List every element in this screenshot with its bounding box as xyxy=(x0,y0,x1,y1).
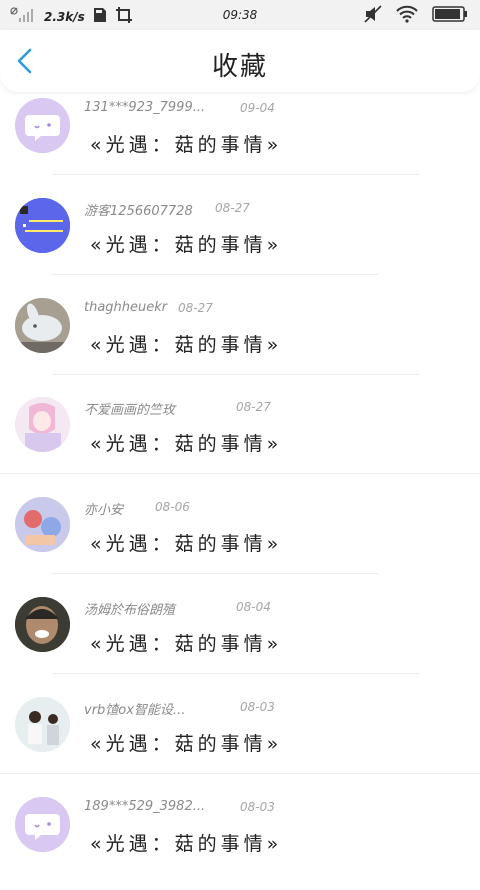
photo-avatar-icon xyxy=(15,696,70,752)
post-title[interactable]: «光遇：菇的事情» xyxy=(90,130,282,157)
divider xyxy=(52,573,378,575)
post-date: 08-27 xyxy=(215,200,250,215)
post-date: 08-27 xyxy=(236,400,271,415)
favorites-list[interactable]: 131***923_7999... 09-04 «光遇：菇的事情» 游客1256… xyxy=(0,92,480,890)
user-name: 亦小安 xyxy=(84,503,124,519)
favorite-item[interactable]: 189***529_3982... 08-03 «光遇：菇的事情» xyxy=(0,791,480,890)
wifi-icon xyxy=(396,5,418,26)
divider xyxy=(52,672,420,674)
avatar[interactable] xyxy=(15,796,70,852)
avatar[interactable] xyxy=(15,596,70,652)
man-avatar-icon xyxy=(15,596,70,652)
post-title[interactable]: «光遇：菇的事情» xyxy=(90,330,282,357)
status-bar: 2.3k/s 09:38 xyxy=(0,0,480,30)
favorite-item[interactable]: 游客1256607728 08-27 «光遇：菇的事情» xyxy=(0,192,480,292)
post-title[interactable]: «光遇：菇的事情» xyxy=(90,529,282,556)
mute-icon xyxy=(364,5,382,26)
favorite-item[interactable]: thaghheuekr 08-27 «光遇：菇的事情» xyxy=(0,292,480,392)
avatar[interactable] xyxy=(15,297,70,353)
user-name: vrb馇ox智能设... xyxy=(84,702,186,718)
avatar[interactable] xyxy=(15,397,70,453)
app-bar: 收藏 xyxy=(0,30,480,92)
divider xyxy=(52,174,420,175)
divider xyxy=(0,772,480,774)
status-right xyxy=(364,5,468,26)
default-avatar-icon xyxy=(15,98,70,153)
anime-pink-avatar-icon xyxy=(15,397,70,453)
post-date: 08-03 xyxy=(240,799,275,814)
post-date: 09-04 xyxy=(240,101,275,115)
user-name: 131***923_7999... xyxy=(84,100,206,115)
avatar[interactable] xyxy=(15,696,70,752)
page-title: 收藏 xyxy=(211,52,268,82)
divider xyxy=(52,373,420,375)
blue-text-avatar-icon xyxy=(15,197,70,253)
battery-icon xyxy=(432,6,468,25)
post-title[interactable]: «光遇：菇的事情» xyxy=(90,729,282,756)
favorite-item[interactable]: 亦小安 08-06 «光遇：菇的事情» xyxy=(0,491,480,591)
post-date: 08-04 xyxy=(236,599,271,614)
avatar[interactable] xyxy=(15,197,70,253)
user-name: 游客1256607728 xyxy=(84,203,193,219)
user-name: 不爱画画的竺玫 xyxy=(84,403,176,419)
post-title[interactable]: «光遇：菇的事情» xyxy=(90,429,282,456)
divider xyxy=(0,473,480,475)
favorite-item[interactable]: 汤姆於布俗朗殖 08-04 «光遇：菇的事情» xyxy=(0,591,480,691)
divider xyxy=(52,273,378,275)
post-date: 08-27 xyxy=(178,300,213,315)
post-title[interactable]: «光遇：菇的事情» xyxy=(90,629,282,656)
post-title[interactable]: «光遇：菇的事情» xyxy=(90,829,282,856)
favorite-item[interactable]: 131***923_7999... 09-04 «光遇：菇的事情» xyxy=(0,92,480,192)
post-date: 08-06 xyxy=(155,500,190,515)
user-name: 汤姆於布俗朗殖 xyxy=(84,602,176,618)
favorite-item[interactable]: 不爱画画的竺玫 08-27 «光遇：菇的事情» xyxy=(0,391,480,491)
user-name: 189***529_3982... xyxy=(84,798,206,814)
avatar[interactable] xyxy=(15,497,70,553)
illustration-avatar-icon xyxy=(15,497,70,553)
user-name: thaghheuekr xyxy=(84,299,168,315)
avatar[interactable] xyxy=(15,98,70,153)
rabbit-avatar-icon xyxy=(15,297,70,353)
post-date: 08-03 xyxy=(240,699,275,714)
favorite-item[interactable]: vrb馇ox智能设... 08-03 «光遇：菇的事情» xyxy=(0,691,480,791)
default-avatar-icon xyxy=(15,796,70,852)
post-title[interactable]: «光遇：菇的事情» xyxy=(90,230,282,257)
